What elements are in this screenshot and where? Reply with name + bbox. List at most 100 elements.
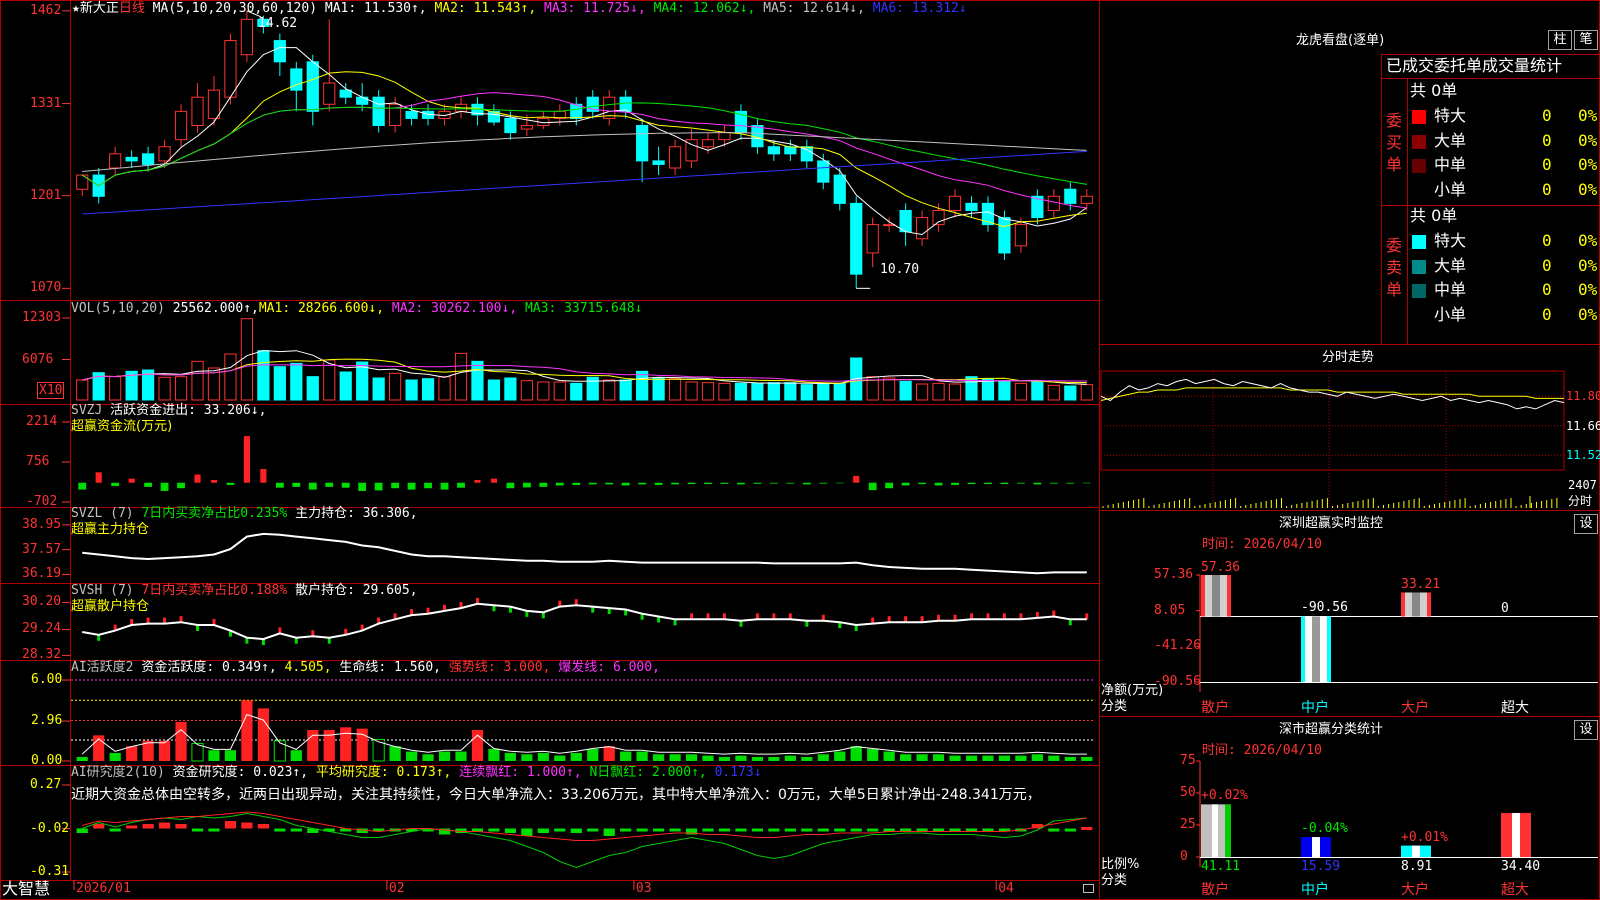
ai-active-bar xyxy=(965,755,978,761)
vol-ma1: MA1: 28266.600↓, xyxy=(258,301,385,316)
ai-research-comment: 近期大资金总体由空转多，近两日出现异动，关注其持续性，今日大单净流入：33.20… xyxy=(71,787,1041,803)
intraday-unit-label: 分时 xyxy=(1568,494,1593,508)
vol-bar-down xyxy=(636,370,649,401)
vol-bar-up xyxy=(323,359,336,401)
column-view-button[interactable]: 柱 xyxy=(1548,30,1572,50)
buy-side-label: 委买单 xyxy=(1386,111,1403,174)
sell-total: 共 0单 xyxy=(1410,206,1458,225)
vol-bar-up xyxy=(224,353,237,401)
ma-value-2: MA2: 11.543↑, xyxy=(434,1,545,16)
sz-monitor-xcat: 分类 xyxy=(1101,699,1128,714)
ai-active-bar xyxy=(504,752,516,761)
sz-stats-settings-button[interactable]: 设 xyxy=(1574,720,1598,740)
candle-body-down xyxy=(767,146,780,155)
ai-active-bar xyxy=(850,746,862,761)
ai-active-bar xyxy=(126,746,138,761)
svzl-desc: 7日内买卖净占比0.235% xyxy=(141,506,288,521)
kline-y-tick: 1070 xyxy=(30,280,62,296)
candle-body-up xyxy=(948,195,962,211)
szs-value-label: 41.11 xyxy=(1201,859,1241,874)
svsh-y-tick: 29.24 xyxy=(22,621,62,637)
ai-active-bar xyxy=(587,748,599,761)
svzj-outflow-bar xyxy=(967,482,976,485)
vol-bar-up xyxy=(174,376,188,401)
ai-research-bar xyxy=(603,828,615,836)
szm-bar-edge xyxy=(1427,592,1431,617)
svzj-outflow-bar xyxy=(555,482,564,486)
candle-body-down xyxy=(125,156,138,162)
svzj-outflow-bar xyxy=(424,482,432,489)
legend-swatch xyxy=(1412,259,1426,274)
szs-change-label: -0.04% xyxy=(1301,821,1348,837)
vol-bar-up xyxy=(454,352,468,401)
candle-body-down xyxy=(1064,188,1077,204)
ai-research-bar xyxy=(636,828,648,832)
ai-active-bar xyxy=(521,754,533,761)
stock-terminal-window: ★新大正日线 MA(5,10,20,30,60,120) MA1: 11.530… xyxy=(0,0,1600,900)
vol-bar-up xyxy=(915,383,929,401)
legend-swatch xyxy=(1412,159,1426,173)
ai-active-bar xyxy=(982,755,994,761)
sz-monitor-settings-button[interactable]: 设 xyxy=(1574,514,1598,534)
stock-name[interactable]: ★新大正 xyxy=(72,1,119,16)
vol-bar-up xyxy=(1047,384,1060,401)
ai-active-bar xyxy=(389,746,401,761)
sz-stats-ylabel: 比例% xyxy=(1101,857,1140,872)
svzj-outflow-bar xyxy=(160,482,169,491)
vol-bar-up xyxy=(191,360,204,401)
ai-research-bar xyxy=(669,828,681,832)
vol-bar-down xyxy=(504,377,517,401)
ai-research-y-tick: 0.27 xyxy=(30,777,62,792)
ai-research-bar xyxy=(554,828,566,832)
svsh-label: 散户持仓: xyxy=(295,583,355,598)
candle-body-up xyxy=(701,139,715,148)
szs-y-tick: 0 xyxy=(1180,849,1188,864)
sz-monitor-ylabel: 净额(万元) xyxy=(1101,683,1164,698)
buy-row-count: 0 xyxy=(1542,130,1552,150)
ma-value-3: MA3: 11.725↓, xyxy=(544,1,654,16)
vol-bar-down xyxy=(570,382,583,401)
sz-monitor-title: 深圳超赢实时监控 xyxy=(1279,516,1384,531)
vol-bar-down xyxy=(405,379,418,401)
svzj-y-tick: 2214 xyxy=(26,414,58,429)
candle-body-up xyxy=(191,96,204,127)
szs-value-label: 8.91 xyxy=(1401,859,1433,874)
sell-row-count: 0 xyxy=(1542,304,1552,324)
szm-bar-core xyxy=(1212,575,1220,617)
ma-value-6: MA6: 13.312↓ xyxy=(872,1,967,16)
sell-row-count: 0 xyxy=(1542,255,1552,275)
ai-active-bar xyxy=(241,700,253,761)
ai-active-bar xyxy=(257,708,269,761)
svzj-inflow-bar xyxy=(853,475,860,483)
svzl-line xyxy=(82,532,1087,575)
svzj-y-tick: 756 xyxy=(26,454,50,469)
vol-bar-down xyxy=(1064,385,1077,401)
candle-body-up xyxy=(174,110,188,141)
intraday-price-line xyxy=(1100,378,1565,410)
svzl-value: 36.306 xyxy=(362,506,410,521)
ai-active-bar xyxy=(273,740,286,762)
svzj-inflow-bar xyxy=(490,478,498,483)
szm-value-label: 0 xyxy=(1501,601,1509,617)
ai-research-bar xyxy=(768,828,780,832)
tick-view-button[interactable]: 笔 xyxy=(1574,30,1598,50)
vol-bar-up xyxy=(948,383,962,401)
ai-active-bar xyxy=(801,756,813,761)
svzj-header: SVZJ 活跃资金进出: 33.206↓, xyxy=(71,403,266,418)
ai-research-bar xyxy=(702,828,714,832)
intraday-vol-label: 2407 xyxy=(1568,478,1597,492)
svzj-outflow-bar xyxy=(292,482,301,487)
vol-bar-up xyxy=(76,379,89,401)
vol-bar-down xyxy=(290,362,303,401)
ai-active-bar xyxy=(916,754,928,761)
svzj-outflow-bar xyxy=(325,482,334,487)
vol-bar-up xyxy=(438,376,451,401)
svzj-outflow-bar xyxy=(918,482,927,485)
svzj-inflow-bar xyxy=(260,469,267,483)
svzj-inflow-bar xyxy=(194,474,201,483)
svsh-header: SVSH (7) 7日内买卖净占比0.188% 散户持仓: 29.605, xyxy=(71,583,418,598)
kline-y-tick: 1331 xyxy=(30,95,62,111)
lock-icon xyxy=(1083,884,1094,893)
period-label[interactable]: 日线 xyxy=(119,1,145,16)
szm-bar-core xyxy=(1412,592,1420,617)
